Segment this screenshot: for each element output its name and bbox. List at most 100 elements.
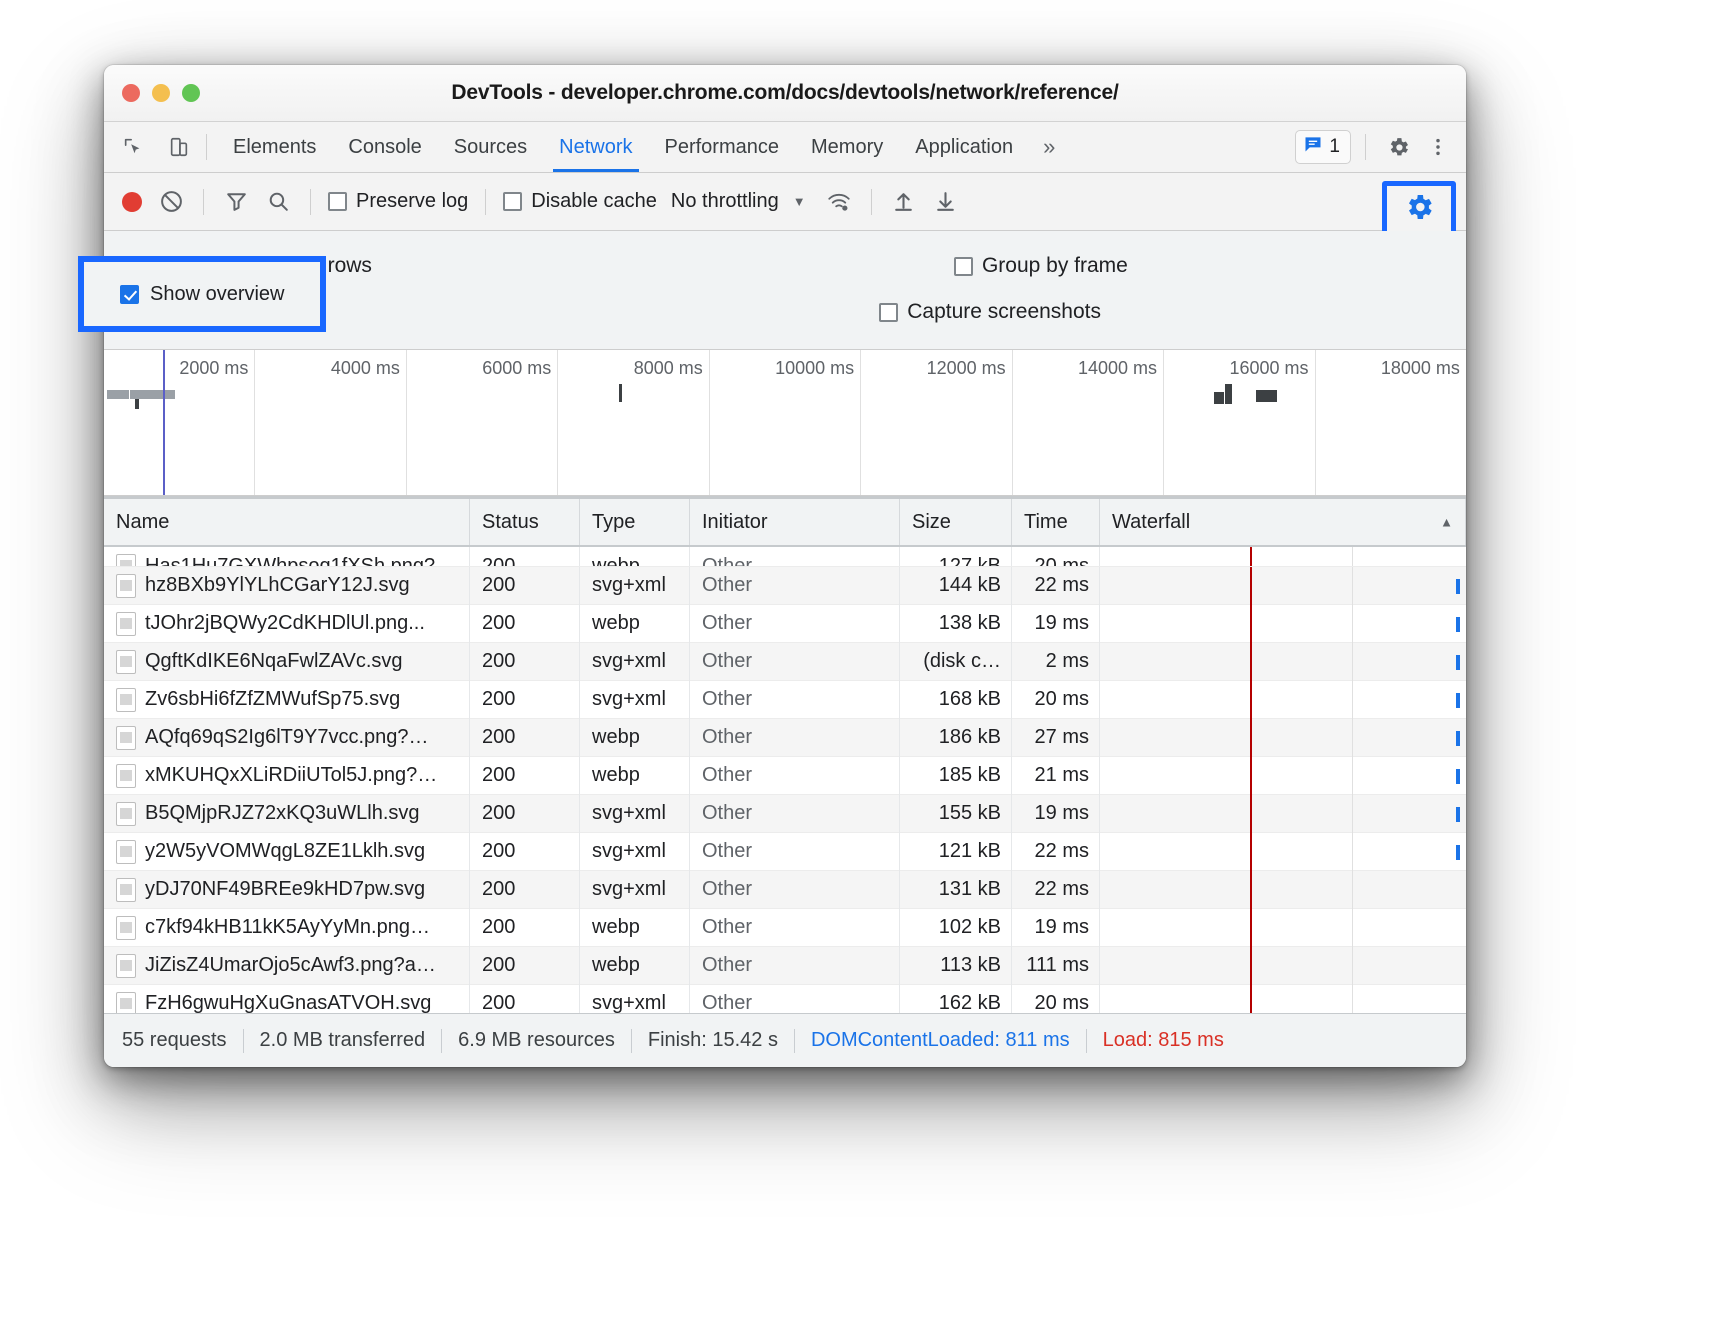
cell-name[interactable]: hz8BXb9YlYLhCGarY12J.svg <box>104 566 470 605</box>
cell-initiator: Other <box>690 870 900 909</box>
tabbar-divider <box>206 134 207 160</box>
cell-initiator: Other <box>690 718 900 757</box>
table-row[interactable]: c7kf94kHB11kK5AyYyMn.png… 200 webp Other 102… <box>104 908 1466 947</box>
waterfall-gridline <box>1352 870 1353 909</box>
table-row[interactable]: hz8BXb9YlYLhCGarY12J.svg 200 svg+xml Other 1… <box>104 566 1466 605</box>
cell-type: svg+xml <box>580 870 690 909</box>
column-header-type[interactable]: Type <box>580 499 690 545</box>
cell-name[interactable]: JiZisZ4UmarOjo5cAwf3.png?a… <box>104 946 470 985</box>
cell-name[interactable]: QgftKdIKE6NqaFwlZAVc.svg <box>104 642 470 681</box>
capture-screenshots-checkbox[interactable]: Capture screenshots <box>879 300 1101 324</box>
devtools-settings-gear-icon[interactable] <box>1380 129 1416 165</box>
cell-name[interactable]: Has1Hu7GXWhpsoq1fXSh.png?... <box>104 547 470 566</box>
table-row[interactable]: QgftKdIKE6NqaFwlZAVc.svg 200 svg+xml Other(… <box>104 642 1466 681</box>
group-by-frame-box[interactable] <box>953 256 973 276</box>
table-row[interactable]: JiZisZ4UmarOjo5cAwf3.png?a… 200 webp Other 1… <box>104 946 1466 985</box>
tab-sources[interactable]: Sources <box>438 122 543 172</box>
disable-cache-box[interactable] <box>503 192 523 211</box>
tab-network[interactable]: Network <box>543 122 648 172</box>
overview-tick-label: 6000 ms <box>482 358 552 378</box>
tab-application[interactable]: Application <box>899 122 1029 172</box>
waterfall-request-bar <box>1456 806 1460 822</box>
record-button[interactable] <box>122 191 142 212</box>
more-tabs-button[interactable]: » <box>1029 122 1069 172</box>
show-overview-label: Show overview <box>150 282 285 305</box>
cell-type: svg+xml <box>580 984 690 1013</box>
cell-time: 19 ms <box>1012 604 1100 643</box>
import-har-icon[interactable] <box>887 185 921 219</box>
device-toolbar-icon[interactable] <box>162 130 196 164</box>
inspect-element-icon[interactable] <box>116 130 150 164</box>
cell-initiator: Other <box>690 832 900 871</box>
cell-initiator: Other <box>690 756 900 795</box>
tab-elements[interactable]: Elements <box>217 122 332 172</box>
waterfall-gridline <box>1352 794 1353 833</box>
preserve-log-box[interactable] <box>328 192 347 211</box>
cell-name[interactable]: B5QMjpRJZ72xKQ3uWLlh.svg <box>104 794 470 833</box>
cell-name[interactable]: AQfq69qS2Ig6lT9Y7vcc.png?… <box>104 718 470 757</box>
image-file-icon <box>116 649 136 674</box>
cell-name[interactable]: yDJ70NF49BREe9kHD7pw.svg <box>104 870 470 909</box>
throttling-select-value[interactable]: No throttling <box>671 190 779 213</box>
clear-icon[interactable] <box>154 185 188 219</box>
cell-time: 21 ms <box>1012 756 1100 795</box>
tab-performance[interactable]: Performance <box>649 122 796 172</box>
table-row[interactable]: AQfq69qS2Ig6lT9Y7vcc.png?… 200 webp Other 18… <box>104 718 1466 757</box>
tab-console[interactable]: Console <box>332 122 437 172</box>
capture-screenshots-box[interactable] <box>879 302 899 322</box>
table-row[interactable]: y2W5yVOMWqgL8ZE1Lklh.svg 200 svg+xml Other 1… <box>104 832 1466 871</box>
overview-tick-label: 10000 ms <box>775 358 855 378</box>
cell-name[interactable]: Zv6sbHi6fZfZMWufSp75.svg <box>104 680 470 719</box>
show-overview-highlight-box[interactable]: Show overview <box>78 256 326 332</box>
more-options-icon[interactable] <box>1420 129 1456 165</box>
preserve-log-checkbox[interactable]: Preserve log <box>328 190 468 213</box>
tab-memory[interactable]: Memory <box>795 122 899 172</box>
issues-counter-button[interactable]: 1 <box>1295 130 1351 164</box>
disable-cache-checkbox[interactable]: Disable cache <box>503 190 657 213</box>
table-row[interactable]: xMKUHQxXLiRDiiUTol5J.png?… 200 webp Other 18… <box>104 756 1466 795</box>
cell-waterfall <box>1100 756 1466 795</box>
table-row[interactable]: B5QMjpRJZ72xKQ3uWLlh.svg 200 svg+xml Other 1… <box>104 794 1466 833</box>
show-overview-box[interactable] <box>120 284 139 304</box>
network-conditions-icon[interactable] <box>822 185 856 219</box>
column-header-initiator[interactable]: Initiator <box>690 499 900 545</box>
cell-time: 19 ms <box>1012 908 1100 947</box>
cell-status: 200 <box>470 547 580 566</box>
chevron-down-icon[interactable]: ▼ <box>793 194 806 209</box>
cell-name[interactable]: c7kf94kHB11kK5AyYyMn.png… <box>104 908 470 947</box>
table-body[interactable]: Has1Hu7GXWhpsoq1fXSh.png?... 200 webp Other… <box>104 547 1466 1013</box>
group-by-frame-checkbox[interactable]: Group by frame <box>953 254 1128 278</box>
column-header-size[interactable]: Size <box>900 499 1012 545</box>
cell-name[interactable]: FzH6gwuHgXuGnasATVOH.svg <box>104 984 470 1013</box>
status-domcontentloaded: DOMContentLoaded: 811 ms <box>810 1029 1070 1051</box>
waterfall-gridline <box>1352 718 1353 757</box>
cell-size: 121 kB <box>900 832 1012 871</box>
waterfall-load-line <box>1250 984 1252 1013</box>
column-header-time[interactable]: Time <box>1012 499 1100 545</box>
request-name: Zv6sbHi6fZfZMWufSp75.svg <box>145 688 401 710</box>
image-file-icon <box>116 839 136 864</box>
table-row[interactable]: yDJ70NF49BREe9kHD7pw.svg 200 svg+xml Other 1… <box>104 870 1466 909</box>
table-row[interactable]: Zv6sbHi6fZfZMWufSp75.svg 200 svg+xml Other 1… <box>104 680 1466 719</box>
overview-tick-cell: 6000 ms <box>407 350 559 495</box>
column-header-status[interactable]: Status <box>470 499 580 545</box>
waterfall-load-line <box>1250 870 1252 909</box>
image-file-icon <box>116 725 136 750</box>
network-settings-gear-button-highlighted[interactable] <box>1382 181 1456 237</box>
table-row[interactable]: tJOhr2jBQWy2CdKHDlUl.png... 200 webp Other 1… <box>104 604 1466 643</box>
cell-waterfall <box>1100 794 1466 833</box>
export-har-icon[interactable] <box>929 185 963 219</box>
column-header-name[interactable]: Name <box>104 499 470 545</box>
cell-name[interactable]: tJOhr2jBQWy2CdKHDlUl.png... <box>104 604 470 643</box>
filter-icon[interactable] <box>219 185 253 219</box>
cell-status: 200 <box>470 832 580 871</box>
search-icon[interactable] <box>261 185 295 219</box>
network-overview-timeline[interactable]: 2000 ms 4000 ms 6000 ms 8000 ms 10000 ms… <box>104 350 1466 496</box>
cell-initiator: Other <box>690 946 900 985</box>
table-row[interactable]: FzH6gwuHgXuGnasATVOH.svg 200 svg+xml Other 1… <box>104 984 1466 1013</box>
cell-name[interactable]: xMKUHQxXLiRDiiUTol5J.png?… <box>104 756 470 795</box>
column-header-waterfall[interactable]: Waterfall <box>1100 499 1466 545</box>
table-row[interactable]: Has1Hu7GXWhpsoq1fXSh.png?... 200 webp Other… <box>104 547 1466 567</box>
capture-screenshots-label: Capture screenshots <box>907 300 1102 323</box>
cell-name[interactable]: y2W5yVOMWqgL8ZE1Lklh.svg <box>104 832 470 871</box>
